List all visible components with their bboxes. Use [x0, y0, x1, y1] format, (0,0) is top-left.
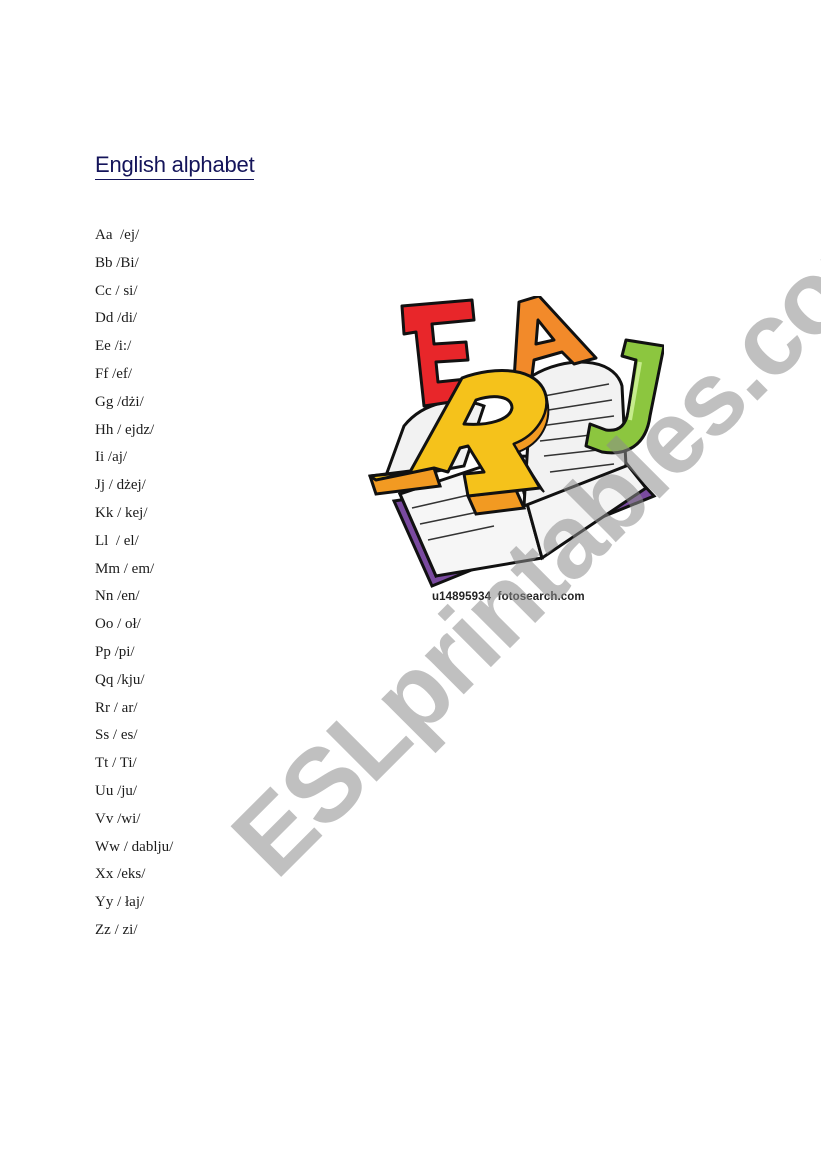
alphabet-list: Aa /ej/ Bb /Bi/ Cc / si/ Dd /di/ Ee /i:/… [95, 224, 173, 947]
alphabet-item: Qq /kju/ [95, 671, 145, 688]
alphabet-item: Aa /ej/ [95, 227, 140, 243]
alphabet-item: Pp /pi/ [95, 643, 135, 660]
alphabet-item: Nn /en/ [95, 588, 140, 605]
page-title: English alphabet [95, 152, 255, 180]
alphabet-item: Zz / zi/ [95, 921, 138, 938]
alphabet-item: Ee /i:/ [95, 338, 132, 355]
alphabet-item: Jj / dżej/ [95, 477, 146, 494]
book-letters-clipart [364, 296, 664, 590]
image-caption: u14895934 fotosearch.com [432, 591, 585, 603]
alphabet-item: Yy / łaj/ [95, 894, 145, 911]
worksheet-page: English alphabet Aa /ej/ Bb /Bi/ Cc / si… [0, 0, 821, 1169]
alphabet-item: Ll / el/ [95, 532, 139, 549]
alphabet-item: Gg /dżi/ [95, 393, 144, 410]
alphabet-item: Rr / ar/ [95, 699, 138, 716]
alphabet-item: Hh / ejdz/ [95, 421, 155, 438]
alphabet-item: Ss / es/ [95, 727, 138, 744]
alphabet-item: Ff /ef/ [95, 365, 133, 382]
alphabet-item: Ww / dablju/ [95, 838, 174, 855]
alphabet-item: Tt / Ti/ [95, 755, 137, 772]
alphabet-item: Kk / kej/ [95, 504, 148, 521]
alphabet-item: Ii /aj/ [95, 449, 128, 466]
alphabet-item: Cc / si/ [95, 282, 138, 299]
alphabet-item: Oo / oł/ [95, 616, 141, 633]
alphabet-item: Uu /ju/ [95, 782, 138, 799]
alphabet-item: Dd /di/ [95, 310, 138, 327]
alphabet-item: Mm / em/ [95, 560, 155, 577]
alphabet-item: Xx /eks/ [95, 866, 146, 883]
alphabet-item: Bb /Bi/ [95, 254, 139, 271]
alphabet-item: Vv /wi/ [95, 810, 141, 827]
